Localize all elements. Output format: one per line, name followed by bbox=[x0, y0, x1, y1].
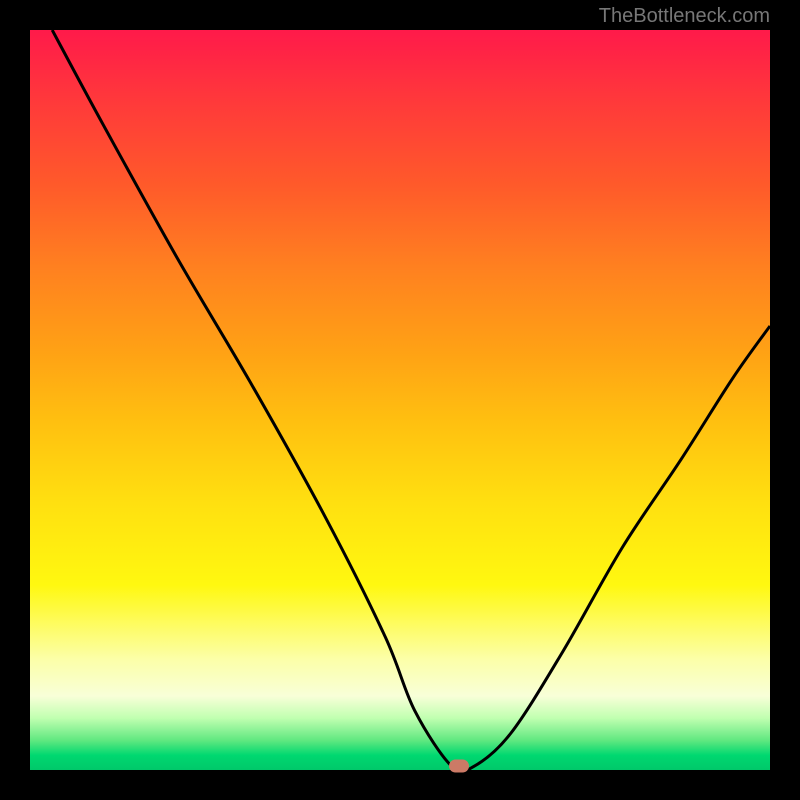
optimum-marker bbox=[449, 760, 469, 773]
attribution-label: TheBottleneck.com bbox=[599, 5, 770, 28]
chart-container: TheBottleneck.com bbox=[0, 0, 800, 800]
plot-area bbox=[30, 30, 770, 770]
bottleneck-curve bbox=[52, 30, 770, 770]
curve-svg bbox=[30, 30, 770, 770]
